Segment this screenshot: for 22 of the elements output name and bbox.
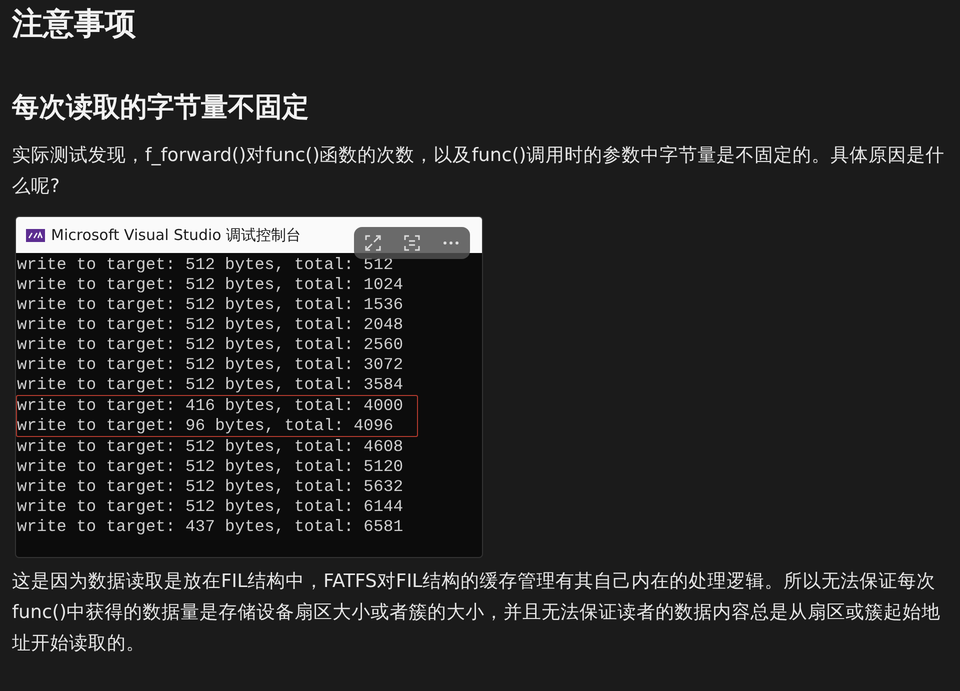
- console-line: write to target: 437 bytes, total: 6581: [17, 517, 404, 537]
- console-line: write to target: 96 bytes, total: 4096: [17, 416, 394, 436]
- console-window-title: Microsoft Visual Studio 调试控制台: [51, 226, 302, 244]
- intro-paragraph: 实际测试发现，f_forward()对func()函数的次数，以及func()调用时的参数中字节量是不固定的。具体原因是什么呢?: [12, 144, 946, 199]
- console-line: write to target: 512 bytes, total: 2560: [17, 335, 404, 355]
- console-app-icon: [26, 228, 45, 242]
- explanation-paragraph: 这是因为数据读取是放在FIL结构中，FATFS对FIL结构的缓存管理有其自己内在的处理逻辑。所以无法保证每次func()中获得的数据量是存储设备扇区大小或者簇的大小，并且无法保证读者的数据内容总是从扇区或簇起始地址开始读取的。: [12, 570, 942, 656]
- section-heading: 每次读取的字节量不固定: [12, 91, 310, 125]
- console-line: write to target: 512 bytes, total: 1024: [17, 275, 404, 295]
- console-line: write to target: 512 bytes, total: 512: [17, 255, 394, 275]
- console-line: write to target: 512 bytes, total: 3072: [17, 355, 404, 375]
- console-line: write to target: 512 bytes, total: 6144: [17, 497, 404, 517]
- console-line: write to target: 416 bytes, total: 4000: [17, 396, 404, 416]
- console-line: write to target: 512 bytes, total: 5632: [17, 477, 404, 497]
- expand-icon[interactable]: [364, 234, 382, 252]
- scan-icon[interactable]: [402, 234, 421, 252]
- console-line: write to target: 512 bytes, total: 3584: [17, 375, 404, 395]
- page-heading: 注意事项: [12, 5, 137, 44]
- console-line: write to target: 512 bytes, total: 4608: [17, 437, 404, 457]
- console-line: write to target: 512 bytes, total: 5120: [17, 457, 404, 477]
- console-line: write to target: 512 bytes, total: 1536: [17, 295, 404, 315]
- console-line: write to target: 512 bytes, total: 2048: [17, 315, 404, 335]
